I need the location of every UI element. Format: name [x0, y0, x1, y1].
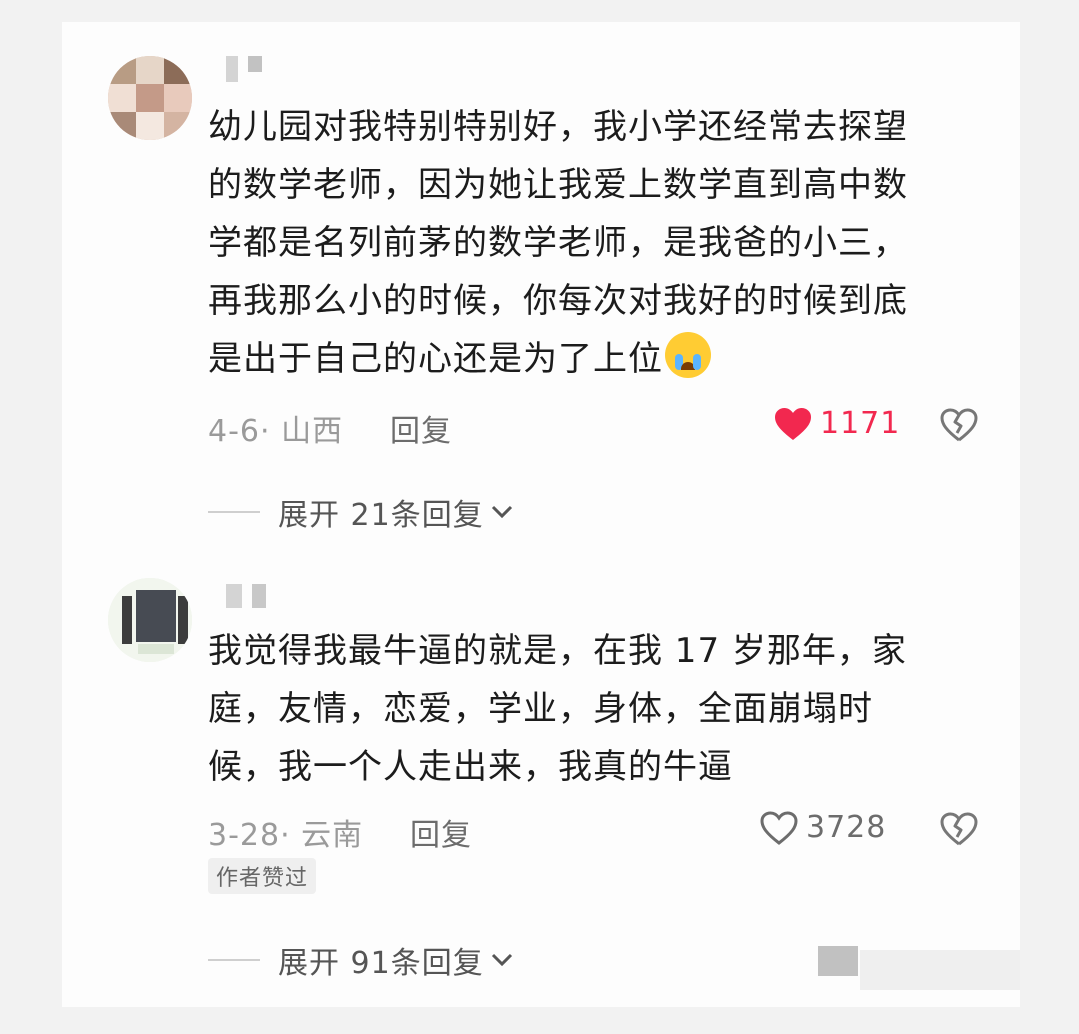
- like-count: 1171: [820, 406, 901, 441]
- expand-replies-button[interactable]: 展开 21条回复: [208, 490, 514, 534]
- heart-filled-icon: [775, 407, 811, 440]
- watermark-blur: [860, 950, 1020, 990]
- broken-heart-icon: [940, 812, 978, 846]
- dislike-button[interactable]: [940, 812, 978, 850]
- comment-line: 庭，友情，恋爱，学业，身体，全面崩塌时: [208, 689, 873, 729]
- comment-line: 再我那么小的时候，你每次对我好的时候到底: [208, 281, 908, 321]
- comment-line: 是出于自己的心还是为了上位: [208, 330, 968, 388]
- like-button[interactable]: 3728: [760, 810, 886, 845]
- comment-line: 幼儿园对我特别特别好，我小学还经常去探望: [208, 107, 908, 147]
- comment-text: 我觉得我最牛逼的就是，在我 17 岁那年，家 庭，友情，恋爱，学业，身体，全面崩…: [208, 622, 968, 796]
- dislike-button[interactable]: [940, 408, 978, 446]
- username[interactable]: [226, 584, 266, 608]
- comment-date-location: 4-6· 山西: [208, 414, 344, 449]
- like-button[interactable]: 1171: [774, 406, 900, 441]
- reply-button[interactable]: 回复: [410, 810, 472, 854]
- expand-replies-button[interactable]: 展开 91条回复: [208, 938, 514, 982]
- heart-outline-icon: [760, 810, 798, 845]
- comment-line: 的数学老师，因为她让我爱上数学直到高中数: [208, 165, 908, 205]
- watermark-blur: [818, 946, 858, 976]
- avatar[interactable]: [108, 56, 192, 140]
- chevron-down-icon: [491, 505, 512, 519]
- avatar[interactable]: [108, 578, 192, 662]
- comment-line: 我觉得我最牛逼的就是，在我 17 岁那年，家: [208, 631, 907, 671]
- crying-face-emoji: [665, 332, 711, 378]
- reply-button[interactable]: 回复: [390, 406, 452, 450]
- broken-heart-icon: [940, 408, 978, 442]
- expand-replies-label: 展开 91条回复: [278, 946, 484, 981]
- comment-text: 幼儿园对我特别特别好，我小学还经常去探望 的数学老师，因为她让我爱上数学直到高中…: [208, 98, 968, 388]
- divider: [208, 511, 260, 513]
- author-liked-badge: 作者赞过: [208, 858, 317, 894]
- comment-line: 候，我一个人走出来，我真的牛逼: [208, 747, 733, 787]
- divider: [208, 959, 260, 961]
- username[interactable]: [226, 56, 262, 82]
- comment-date-location: 3-28· 云南: [208, 818, 364, 853]
- comment-line: 学都是名列前茅的数学老师，是我爸的小三，: [208, 223, 908, 263]
- chevron-down-icon: [491, 953, 512, 967]
- expand-replies-label: 展开 21条回复: [278, 498, 484, 533]
- like-count: 3728: [806, 810, 887, 845]
